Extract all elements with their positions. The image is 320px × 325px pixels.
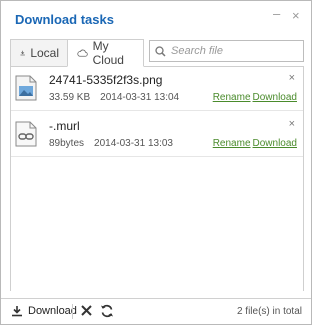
list-item[interactable]: 24741-5335f2f3s.png 33.59 KB 2014-03-31 … (11, 67, 303, 111)
download-link[interactable]: Download (253, 92, 297, 103)
cloud-icon (77, 49, 88, 57)
tab-strip: Local My Cloud (1, 39, 311, 69)
remove-item-button[interactable]: × (289, 72, 295, 84)
remove-item-button[interactable]: × (289, 118, 295, 130)
download-link[interactable]: Download (253, 138, 297, 149)
file-name: -.murl (49, 119, 80, 133)
file-name: 24741-5335f2f3s.png (49, 73, 163, 87)
minimize-button[interactable]: – (273, 7, 280, 21)
download-icon (12, 306, 22, 317)
file-list: 24741-5335f2f3s.png 33.59 KB 2014-03-31 … (10, 66, 304, 291)
download-button-label: Download (28, 305, 77, 317)
tab-local-label: Local (30, 46, 59, 60)
file-meta: 89bytes 2014-03-31 13:03 (49, 138, 173, 149)
toolbar-divider (72, 304, 73, 319)
download-icon (20, 50, 25, 56)
file-date: 2014-03-31 13:04 (100, 92, 180, 103)
title-bar: Download tasks – × (1, 1, 311, 35)
download-tasks-window: Download tasks – × Local My Cloud Search… (0, 0, 312, 325)
file-size: 89bytes (49, 138, 85, 149)
file-actions: Rename Download (213, 138, 297, 149)
list-item[interactable]: -.murl 89bytes 2014-03-31 13:03 Rename D… (11, 113, 303, 157)
search-icon (155, 45, 166, 57)
tab-my-cloud-label: My Cloud (92, 39, 124, 67)
close-button[interactable]: × (292, 9, 300, 23)
rename-link[interactable]: Rename (213, 138, 251, 149)
file-actions: Rename Download (213, 92, 297, 103)
file-count-text: 2 file(s) in total (236, 306, 302, 317)
delete-icon[interactable] (80, 304, 93, 317)
file-size: 33.59 KB (49, 92, 91, 103)
refresh-icon[interactable] (100, 304, 114, 318)
file-meta: 33.59 KB 2014-03-31 13:04 (49, 92, 179, 103)
file-date: 2014-03-31 13:03 (94, 138, 173, 149)
link-file-icon (15, 121, 37, 147)
rename-link[interactable]: Rename (213, 92, 251, 103)
download-button[interactable]: Download (11, 305, 77, 317)
tab-local[interactable]: Local (10, 39, 69, 67)
image-file-icon (15, 75, 37, 101)
tab-my-cloud[interactable]: My Cloud (67, 39, 144, 67)
search-box[interactable] (149, 40, 304, 62)
search-input[interactable] (171, 45, 296, 57)
window-title: Download tasks (15, 12, 114, 27)
status-bar: Download 2 file(s) in total (1, 298, 311, 324)
